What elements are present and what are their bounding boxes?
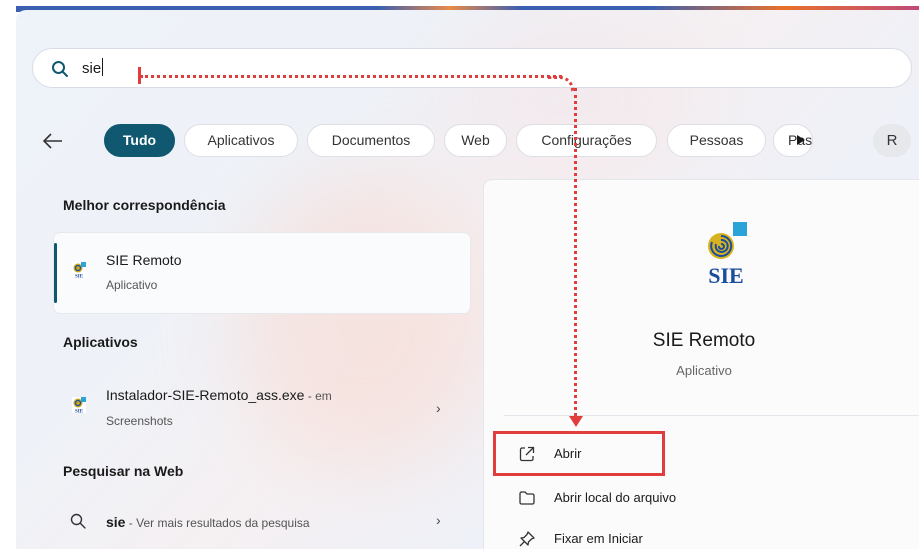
folder-icon <box>519 491 535 505</box>
best-match-name: SIE Remoto <box>106 252 182 268</box>
back-arrow-icon[interactable] <box>40 128 70 154</box>
chevron-right-icon[interactable]: › <box>436 400 441 416</box>
screenshot-frame: sie Tudo Aplicativos Documentos Web Conf… <box>0 0 919 549</box>
svg-text:SIE: SIE <box>75 410 84 414</box>
selection-indicator <box>54 243 57 303</box>
search-icon <box>52 61 68 77</box>
filter-chip-pastas[interactable]: Pas <box>773 124 813 157</box>
annotation-dotted-line-horizontal <box>140 75 562 78</box>
svg-text:SIE: SIE <box>708 263 743 284</box>
detail-app-name: SIE Remoto <box>652 330 756 351</box>
text-caret <box>102 58 104 76</box>
action-fixar[interactable]: Fixar em Iniciar <box>500 521 919 549</box>
web-search-text: sie - Ver mais resultados da pesquisa <box>106 514 310 530</box>
svg-text:SIE: SIE <box>75 275 84 279</box>
web-search-heading: Pesquisar na Web <box>63 463 184 479</box>
pin-icon <box>519 531 535 547</box>
apps-heading: Aplicativos <box>63 334 138 350</box>
filter-chip-tudo[interactable]: Tudo <box>104 124 175 157</box>
detail-app-type: Aplicativo <box>676 363 732 378</box>
best-match-type: Aplicativo <box>106 278 158 292</box>
installer-name: Instalador-SIE-Remoto_ass.exe - em <box>106 387 332 403</box>
annotation-highlight-box <box>493 431 665 476</box>
filter-chip-configuracoes[interactable]: Configurações <box>516 124 657 157</box>
installer-location-prefix: - em <box>304 389 332 403</box>
best-match-result[interactable] <box>54 233 470 313</box>
search-input[interactable]: sie <box>82 58 104 77</box>
filter-bar: Tudo Aplicativos Documentos Web Configur… <box>40 120 919 160</box>
search-box[interactable]: sie <box>32 48 912 88</box>
account-avatar[interactable]: R <box>873 124 911 157</box>
sie-logo-icon: SIE <box>708 222 747 284</box>
filter-chip-pessoas[interactable]: Pessoas <box>667 124 766 157</box>
chevron-right-icon[interactable]: › <box>436 512 441 528</box>
filter-chip-aplicativos[interactable]: Aplicativos <box>184 124 298 157</box>
filter-chip-documentos[interactable]: Documentos <box>307 124 435 157</box>
action-abrir-local-label: Abrir local do arquivo <box>554 490 677 505</box>
sie-app-icon: SIE <box>72 262 86 278</box>
action-abrir-local[interactable]: Abrir local do arquivo <box>500 480 919 516</box>
installer-location: Screenshots <box>106 414 173 428</box>
more-filters-arrow-icon[interactable] <box>797 135 805 145</box>
annotation-arrow-head <box>569 416 583 427</box>
action-fixar-label: Fixar em Iniciar <box>554 531 643 546</box>
annotation-dotted-line-vertical <box>574 88 577 416</box>
installer-app-icon: SIE <box>72 397 86 413</box>
filter-chip-web[interactable]: Web <box>444 124 507 157</box>
search-web-icon <box>70 513 86 529</box>
best-match-heading: Melhor correspondência <box>63 197 226 213</box>
detail-divider <box>504 415 919 416</box>
